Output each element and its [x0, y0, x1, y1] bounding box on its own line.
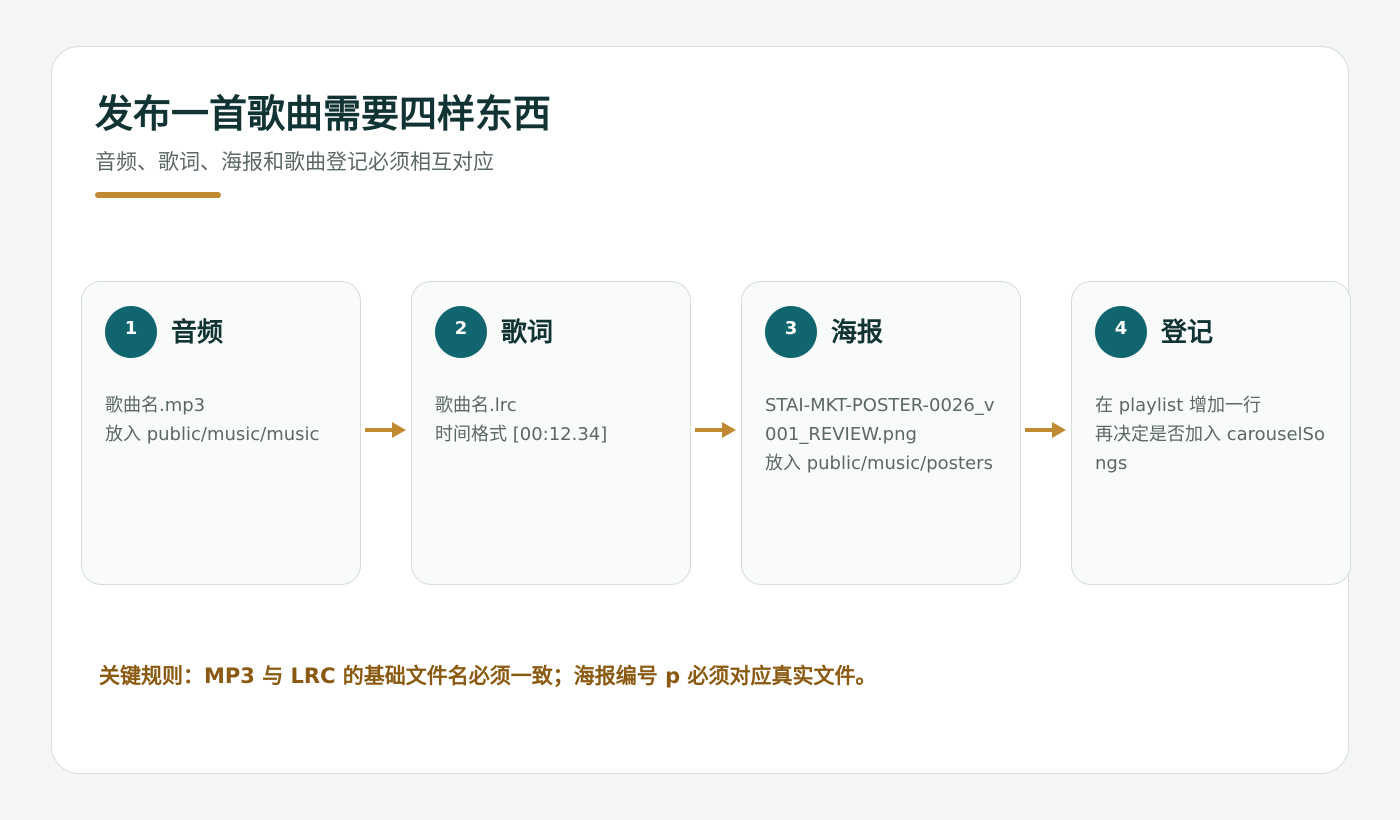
- page-subtitle: 音频、歌词、海报和歌曲登记必须相互对应: [95, 150, 494, 174]
- step-number-badge: 2: [435, 306, 487, 358]
- step-description: 在 playlist 增加一行 再决定是否加入 carouselSongs: [1095, 391, 1329, 478]
- step-line: 再决定是否加入 carouselSongs: [1095, 424, 1325, 474]
- step-line: 时间格式 [00:12.34]: [435, 424, 608, 445]
- step-description: 歌曲名.mp3 放入 public/music/music: [105, 391, 339, 449]
- step-line: 放入 public/music/music: [105, 424, 320, 445]
- step-card-audio: 1 音频 歌曲名.mp3 放入 public/music/music: [81, 281, 361, 585]
- step-title: 登记: [1161, 318, 1214, 348]
- key-rule-note: 关键规则：MP3 与 LRC 的基础文件名必须一致；海报编号 p 必须对应真实文…: [99, 664, 877, 688]
- step-line: 歌曲名.mp3: [105, 395, 206, 416]
- step-line: 放入 public/music/posters: [765, 453, 993, 474]
- step-line: 歌曲名.lrc: [435, 395, 517, 416]
- step-title: 音频: [171, 318, 224, 348]
- step-title: 海报: [831, 318, 884, 348]
- step-description: STAI-MKT-POSTER-0026_v001_REVIEW.png 放入 …: [765, 391, 999, 478]
- step-title: 歌词: [501, 318, 554, 348]
- step-number-badge: 3: [765, 306, 817, 358]
- page-title: 发布一首歌曲需要四样东西: [95, 92, 552, 136]
- title-accent-bar: [95, 192, 221, 198]
- step-card-register: 4 登记 在 playlist 增加一行 再决定是否加入 carouselSon…: [1071, 281, 1351, 585]
- step-line: 在 playlist 增加一行: [1095, 395, 1261, 416]
- step-line: STAI-MKT-POSTER-0026_v001_REVIEW.png: [765, 395, 995, 445]
- step-card-lyrics: 2 歌词 歌曲名.lrc 时间格式 [00:12.34]: [411, 281, 691, 585]
- arrow-right-icon: [365, 422, 406, 438]
- step-number-badge: 1: [105, 306, 157, 358]
- step-card-poster: 3 海报 STAI-MKT-POSTER-0026_v001_REVIEW.pn…: [741, 281, 1021, 585]
- arrow-right-icon: [1025, 422, 1066, 438]
- step-number-badge: 4: [1095, 306, 1147, 358]
- step-description: 歌曲名.lrc 时间格式 [00:12.34]: [435, 391, 669, 449]
- arrow-right-icon: [695, 422, 736, 438]
